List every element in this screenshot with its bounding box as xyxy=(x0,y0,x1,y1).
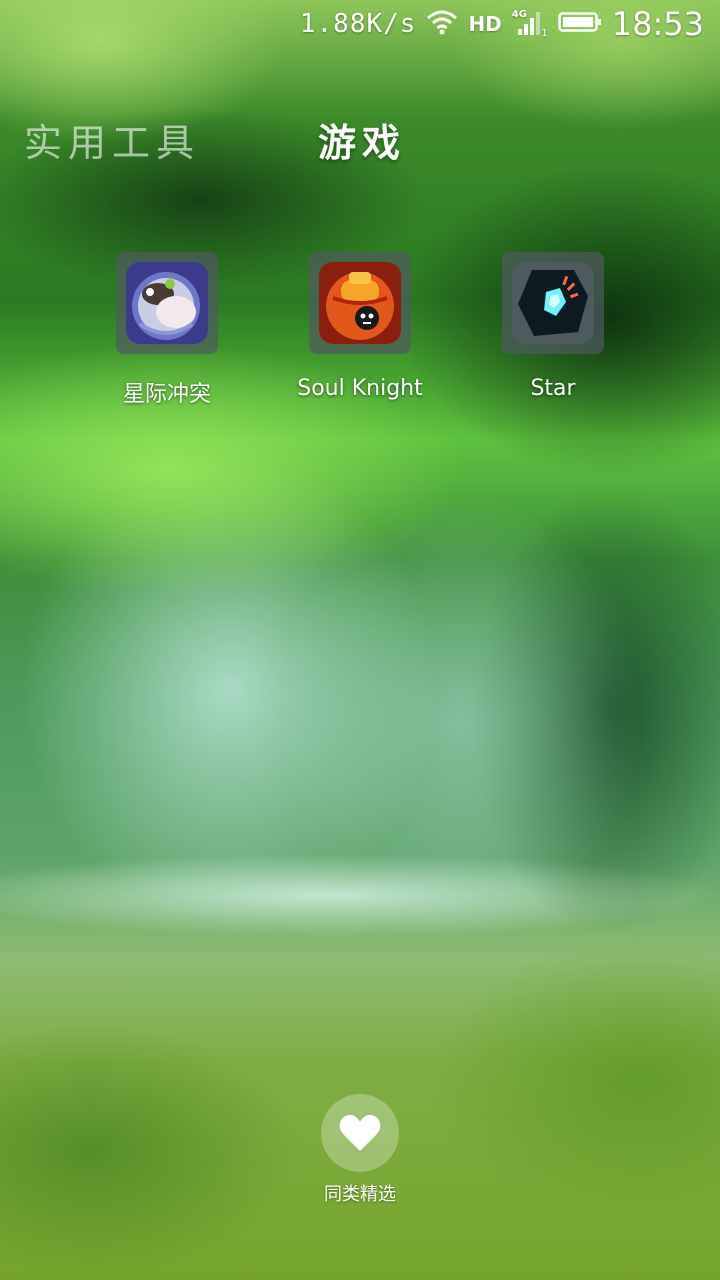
network-speed: 1.88K/s xyxy=(299,9,417,39)
app-label: Star xyxy=(530,376,576,401)
app-icon-frame xyxy=(502,252,604,354)
wifi-icon xyxy=(426,9,458,39)
soul-knight-app-icon xyxy=(319,262,401,344)
app-soul-knight[interactable]: Soul Knight xyxy=(270,252,450,401)
status-bar: 1.88K/s HD 4G 1 18:53 xyxy=(0,0,720,48)
similar-picks-button[interactable]: 同类精选 xyxy=(310,1094,410,1206)
signal-icon: 4G 1 xyxy=(512,9,548,39)
tab-utilities[interactable]: 实用工具 xyxy=(24,112,200,167)
star-app-icon xyxy=(512,262,594,344)
app-star[interactable]: Star xyxy=(463,252,643,401)
app-star-conflict[interactable]: 星际冲突 xyxy=(77,252,257,408)
app-label: Soul Knight xyxy=(297,376,423,401)
similar-picks-circle xyxy=(321,1094,399,1172)
app-icon-frame xyxy=(309,252,411,354)
battery-icon xyxy=(558,11,602,37)
clock: 18:53 xyxy=(611,5,704,43)
sim-slot-label: 1 xyxy=(541,28,548,39)
heart-icon xyxy=(339,1115,381,1151)
hd-label: HD xyxy=(468,12,502,36)
app-icon-frame xyxy=(116,252,218,354)
app-label: 星际冲突 xyxy=(122,382,211,407)
star-conflict-app-icon xyxy=(126,262,208,344)
similar-picks-label: 同类精选 xyxy=(324,1184,396,1205)
tab-games[interactable]: 游戏 xyxy=(318,112,406,167)
folder-tabs: 实用工具 游戏 xyxy=(0,112,720,172)
